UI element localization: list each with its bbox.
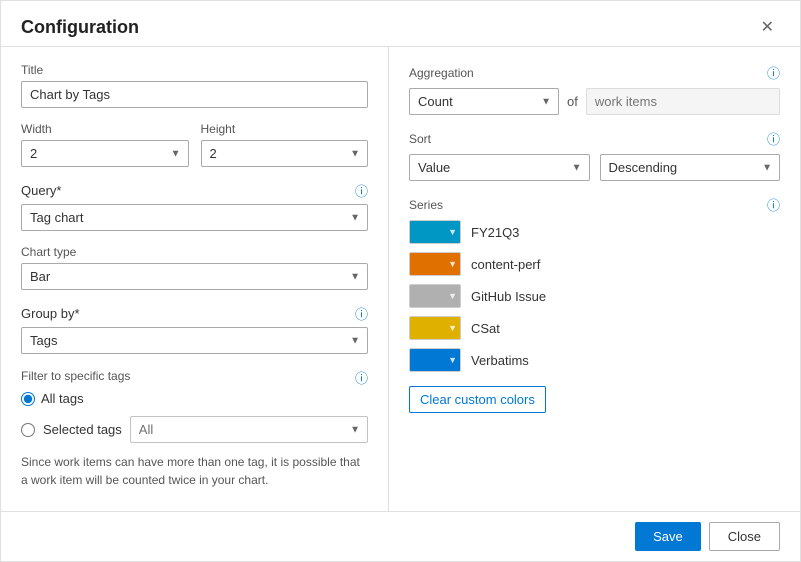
all-tags-radio[interactable]: [21, 392, 35, 406]
selected-tags-radio-row: Selected tags All ▼: [21, 416, 368, 443]
series-item: ▼ FY21Q3: [409, 220, 780, 244]
aggregation-label-row: Aggregation ⓘ: [409, 63, 780, 82]
dialog-footer: Save Close: [1, 511, 800, 561]
configuration-dialog: Configuration ✕ Title Width 1 2 3: [0, 0, 801, 562]
color-swatch-2[interactable]: [409, 284, 461, 308]
sort-info-icon: ⓘ: [767, 129, 780, 148]
height-select-wrapper: 1 2 3 4 ▼: [201, 140, 369, 167]
color-swatch-4[interactable]: [409, 348, 461, 372]
series-name-1: content-perf: [471, 257, 540, 272]
filter-label-row: Filter to specific tags ⓘ: [21, 368, 368, 387]
group-by-required: *: [74, 306, 79, 321]
group-by-select-wrapper: Tags Assigned To State ▼: [21, 327, 368, 354]
save-button[interactable]: Save: [635, 522, 701, 551]
group-by-label: Group by*: [21, 306, 80, 321]
all-tags-radio-row: All tags: [21, 391, 368, 406]
all-tags-label: All tags: [41, 391, 84, 406]
query-select[interactable]: Tag chart: [21, 204, 368, 231]
series-item: ▼ CSat: [409, 316, 780, 340]
chart-type-field-group: Chart type Bar Pie Stacked Bar Pivot Tab…: [21, 245, 368, 290]
dialog-body: Title Width 1 2 3 4 ▼: [1, 47, 800, 511]
width-label: Width: [21, 122, 189, 136]
title-field-group: Title: [21, 63, 368, 108]
width-select[interactable]: 1 2 3 4: [21, 140, 189, 167]
series-label: Series: [409, 198, 443, 212]
color-swatch-wrapper: ▼: [409, 348, 461, 372]
color-swatch-wrapper: ▼: [409, 220, 461, 244]
query-select-wrapper: Tag chart ▼: [21, 204, 368, 231]
group-by-field-group: Group by* ⓘ Tags Assigned To State ▼: [21, 304, 368, 354]
filter-radio-group: All tags Selected tags All ▼: [21, 391, 368, 443]
sort-field-group: Sort ⓘ Value Label ▼ Ascending D: [409, 129, 780, 181]
series-name-4: Verbatims: [471, 353, 529, 368]
series-list: ▼ FY21Q3 ▼ content-perf ▼ GitHub Issue ▼ CSat ▼ V…: [409, 220, 780, 372]
of-label: of: [567, 94, 578, 109]
height-select[interactable]: 1 2 3 4: [201, 140, 369, 167]
filter-section: Filter to specific tags ⓘ All tags Selec…: [21, 368, 368, 443]
color-swatch-0[interactable]: [409, 220, 461, 244]
group-by-label-row: Group by* ⓘ: [21, 304, 368, 323]
sort-value-select[interactable]: Value Label: [409, 154, 590, 181]
aggregation-info-icon: ⓘ: [767, 63, 780, 82]
chart-type-select-wrapper: Bar Pie Stacked Bar Pivot Table ▼: [21, 263, 368, 290]
work-items-input: [586, 88, 780, 115]
selected-tags-radio[interactable]: [21, 423, 35, 437]
width-select-wrapper: 1 2 3 4 ▼: [21, 140, 189, 167]
filter-info-icon: ⓘ: [355, 368, 368, 387]
series-name-3: CSat: [471, 321, 500, 336]
left-panel: Title Width 1 2 3 4 ▼: [1, 47, 389, 511]
sort-dir-select-wrapper: Ascending Descending ▼: [600, 154, 781, 181]
aggregation-field-group: Aggregation ⓘ Count Sum Average ▼ of: [409, 63, 780, 115]
query-label-row: Query* ⓘ: [21, 181, 368, 200]
series-section: Series ⓘ ▼ FY21Q3 ▼ content-perf ▼ GitHub Iss…: [409, 195, 780, 413]
chart-type-label: Chart type: [21, 245, 368, 259]
color-swatch-wrapper: ▼: [409, 316, 461, 340]
query-required: *: [56, 183, 61, 198]
title-input[interactable]: [21, 81, 368, 108]
series-item: ▼ Verbatims: [409, 348, 780, 372]
color-swatch-1[interactable]: [409, 252, 461, 276]
selected-tags-select-wrapper: All ▼: [130, 416, 368, 443]
color-swatch-wrapper: ▼: [409, 252, 461, 276]
title-label: Title: [21, 63, 368, 77]
series-name-2: GitHub Issue: [471, 289, 546, 304]
width-field-group: Width 1 2 3 4 ▼: [21, 122, 189, 167]
group-by-info-icon: ⓘ: [355, 304, 368, 323]
series-item: ▼ content-perf: [409, 252, 780, 276]
dialog-title: Configuration: [21, 17, 139, 38]
group-by-select[interactable]: Tags Assigned To State: [21, 327, 368, 354]
sort-label-row: Sort ⓘ: [409, 129, 780, 148]
color-swatch-wrapper: ▼: [409, 284, 461, 308]
aggregation-label: Aggregation: [409, 66, 474, 80]
aggregation-select[interactable]: Count Sum Average: [409, 88, 559, 115]
query-info-icon: ⓘ: [355, 181, 368, 200]
filter-label: Filter to specific tags: [21, 369, 130, 383]
close-button[interactable]: Close: [709, 522, 780, 551]
sort-controls-row: Value Label ▼ Ascending Descending ▼: [409, 154, 780, 181]
note-text: Since work items can have more than one …: [21, 453, 368, 489]
sort-dir-select[interactable]: Ascending Descending: [600, 154, 781, 181]
height-label: Height: [201, 122, 369, 136]
query-label: Query*: [21, 183, 61, 198]
color-swatch-3[interactable]: [409, 316, 461, 340]
chart-type-select[interactable]: Bar Pie Stacked Bar Pivot Table: [21, 263, 368, 290]
series-info-icon: ⓘ: [767, 195, 780, 214]
sort-label: Sort: [409, 132, 431, 146]
selected-tags-label: Selected tags: [43, 422, 122, 437]
series-name-0: FY21Q3: [471, 225, 519, 240]
query-field-group: Query* ⓘ Tag chart ▼: [21, 181, 368, 231]
aggregation-controls-row: Count Sum Average ▼ of: [409, 88, 780, 115]
selected-tags-select[interactable]: All: [130, 416, 368, 443]
clear-custom-colors-button[interactable]: Clear custom colors: [409, 386, 546, 413]
dialog-header: Configuration ✕: [1, 1, 800, 47]
height-field-group: Height 1 2 3 4 ▼: [201, 122, 369, 167]
series-item: ▼ GitHub Issue: [409, 284, 780, 308]
dialog-close-button[interactable]: ✕: [755, 18, 780, 38]
series-label-row: Series ⓘ: [409, 195, 780, 214]
width-height-row: Width 1 2 3 4 ▼ Height: [21, 122, 368, 167]
aggregation-select-wrapper: Count Sum Average ▼: [409, 88, 559, 115]
right-panel: Aggregation ⓘ Count Sum Average ▼ of: [389, 47, 800, 511]
sort-value-select-wrapper: Value Label ▼: [409, 154, 590, 181]
